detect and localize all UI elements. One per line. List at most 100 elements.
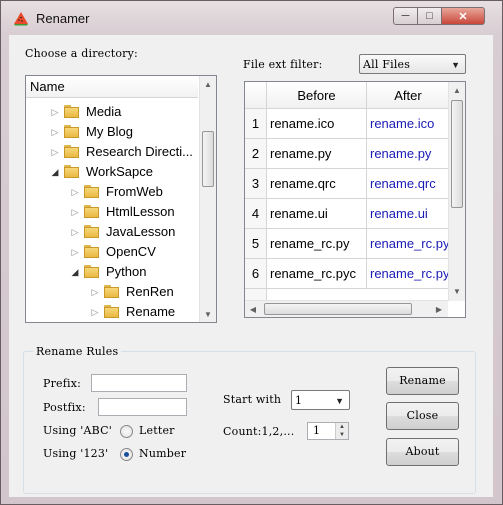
folder-icon (64, 145, 79, 158)
tree-scroll-thumb[interactable] (202, 131, 214, 187)
tree-item-label: My Blog (86, 124, 133, 139)
directory-tree[interactable]: Name ▷ Media ▷ My Blog ▷ Research Directi... ◢… (25, 75, 217, 323)
cell-after[interactable]: rename.ui (367, 199, 450, 229)
tree-item[interactable]: ◢ WorkSapce (26, 162, 198, 182)
tree-item-label: Media (86, 104, 122, 119)
close-window-button[interactable]: ✕ (441, 7, 485, 25)
spin-down-icon[interactable]: ▼ (335, 431, 348, 439)
tree-item-label: Rename (126, 304, 176, 319)
watermelon-icon (14, 12, 28, 26)
cell-before[interactable]: rename_rc.pyc (267, 259, 367, 289)
using-123-label: Using '123' (43, 447, 109, 460)
cell-before[interactable]: rename_rc.py (267, 229, 367, 259)
spin-up-icon[interactable]: ▲ (335, 423, 348, 431)
maximize-icon: □ (426, 10, 433, 22)
tree-header-name[interactable]: Name (26, 76, 198, 98)
row-number[interactable]: 1 (245, 109, 267, 139)
folder-icon (104, 285, 119, 298)
collapsed-arrow-icon[interactable]: ▷ (90, 302, 100, 322)
rename-button[interactable]: Rename (386, 367, 459, 395)
cell-after[interactable]: rename_rc.py (367, 229, 450, 259)
cell-before[interactable]: rename.qrc (267, 169, 367, 199)
tree-vertical-scrollbar[interactable]: ▲ ▼ (199, 76, 216, 322)
row-number[interactable]: 5 (245, 229, 267, 259)
number-radio-label[interactable]: Number (139, 447, 186, 460)
maximize-button[interactable]: □ (417, 7, 442, 25)
table-hscroll-thumb[interactable] (264, 303, 412, 315)
scroll-up-icon[interactable]: ▲ (449, 82, 465, 99)
chevron-down-icon: ▼ (335, 396, 344, 406)
count-value: 1 (313, 424, 321, 437)
tree-item-label: OpenCV (106, 244, 156, 259)
cell-after[interactable]: rename_rc.pyc (367, 259, 450, 289)
cell-after[interactable]: rename.py (367, 139, 450, 169)
close-button[interactable]: Close (386, 402, 459, 430)
cell-before[interactable]: rename.py (267, 139, 367, 169)
letter-radio-label[interactable]: Letter (139, 424, 175, 437)
table-vertical-scrollbar[interactable]: ▲ ▼ (448, 82, 465, 301)
minimize-button[interactable]: ─ (393, 7, 418, 25)
collapsed-arrow-icon[interactable]: ▷ (50, 142, 60, 162)
tree-item-label: JavaLesson (106, 224, 176, 239)
cell-after[interactable]: rename.ico (367, 109, 450, 139)
tree-item-label: Research Directi... (86, 144, 193, 159)
scroll-right-icon[interactable]: ▶ (431, 301, 447, 317)
start-with-combo[interactable]: 1 ▼ (291, 390, 350, 410)
table-scroll-thumb[interactable] (451, 100, 463, 208)
cell-before[interactable]: rename.ui (267, 199, 367, 229)
folder-icon (84, 205, 99, 218)
cell-before[interactable]: rename.ico (267, 109, 367, 139)
scroll-left-icon[interactable]: ◀ (245, 301, 261, 317)
tree-item[interactable]: ▷ Media (26, 102, 198, 122)
scroll-down-icon[interactable]: ▼ (200, 306, 216, 322)
collapsed-arrow-icon[interactable]: ▷ (70, 202, 80, 222)
tree-item[interactable]: ▷ RenRen (26, 282, 198, 302)
tree-item[interactable]: ▷ JavaLesson (26, 222, 198, 242)
collapsed-arrow-icon[interactable]: ▷ (70, 222, 80, 242)
collapsed-arrow-icon[interactable]: ▷ (50, 122, 60, 142)
tree-item-label: HtmlLesson (106, 204, 175, 219)
file-ext-filter-combo[interactable]: All Files ▼ (359, 54, 466, 74)
title-bar[interactable]: Renamer ─ □ ✕ (1, 1, 502, 35)
row-number[interactable]: 4 (245, 199, 267, 229)
column-header-before[interactable]: Before (267, 82, 367, 109)
column-header-after[interactable]: After (367, 82, 450, 109)
letter-radio[interactable] (120, 425, 133, 438)
scroll-down-icon[interactable]: ▼ (449, 283, 465, 300)
cell-after[interactable]: rename.qrc (367, 169, 450, 199)
choose-directory-label: Choose a directory: (25, 47, 138, 60)
postfix-label: Postfix: (43, 401, 86, 414)
scroll-up-icon[interactable]: ▲ (200, 76, 216, 93)
tree-item[interactable]: ▷ Research Directi... (26, 142, 198, 162)
row-number[interactable]: 2 (245, 139, 267, 169)
number-radio[interactable] (120, 448, 133, 461)
tree-item[interactable]: ▷ HtmlLesson (26, 202, 198, 222)
prefix-label: Prefix: (43, 377, 82, 390)
tree-item[interactable]: ▷ My Blog (26, 122, 198, 142)
folder-icon (84, 245, 99, 258)
collapsed-arrow-icon[interactable]: ▷ (90, 282, 100, 302)
folder-icon (104, 305, 119, 318)
tree-item[interactable]: ▷ Rename (26, 302, 198, 322)
collapsed-arrow-icon[interactable]: ▷ (50, 102, 60, 122)
postfix-input[interactable] (98, 398, 187, 416)
row-number[interactable]: 6 (245, 259, 267, 289)
tree-item[interactable]: ◢ Python (26, 262, 198, 282)
table-horizontal-scrollbar[interactable]: ◀ ▶ (245, 300, 448, 317)
tree-item[interactable]: ▷ OpenCV (26, 242, 198, 262)
tree-item-label: WorkSapce (86, 164, 153, 179)
folder-icon (84, 265, 99, 278)
table-corner (245, 82, 267, 109)
collapsed-arrow-icon[interactable]: ▷ (70, 242, 80, 262)
row-number[interactable]: 3 (245, 169, 267, 199)
about-button[interactable]: About (386, 438, 459, 466)
expanded-arrow-icon[interactable]: ◢ (70, 262, 80, 282)
rename-preview-table[interactable]: Before After 1 rename.ico rename.ico 2 renam… (244, 81, 466, 318)
folder-icon (84, 185, 99, 198)
prefix-input[interactable] (91, 374, 187, 392)
collapsed-arrow-icon[interactable]: ▷ (70, 182, 80, 202)
expanded-arrow-icon[interactable]: ◢ (50, 162, 60, 182)
tree-item[interactable]: ▷ FromWeb (26, 182, 198, 202)
folder-icon (64, 105, 79, 118)
count-spinbox[interactable]: 1 ▲ ▼ (307, 422, 349, 440)
